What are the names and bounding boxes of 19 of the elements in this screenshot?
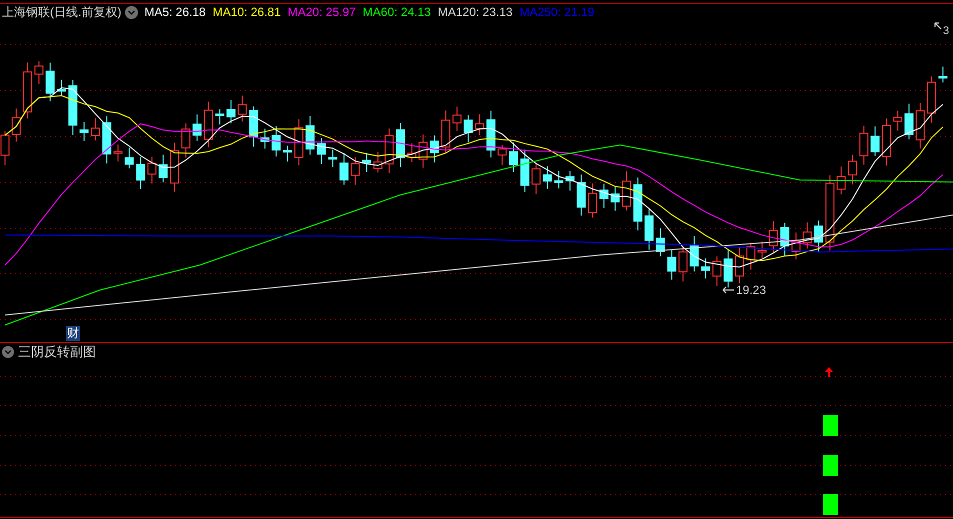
moving-average-value: MA10: 26.81 (212, 5, 281, 19)
arrow-icon (722, 286, 734, 294)
signal-bar (823, 494, 838, 515)
up-arrow-icon (825, 367, 833, 377)
arrow-icon (934, 22, 942, 30)
signal-bar (823, 415, 838, 436)
chart-title: 上海钢联(日线.前复权) (2, 5, 122, 19)
finance-badge[interactable]: 财 (66, 326, 80, 341)
moving-average-value: MA120: 23.13 (438, 5, 513, 19)
moving-average-value: MA20: 25.97 (288, 5, 356, 19)
moving-average-value: MA5: 26.18 (144, 5, 206, 19)
indicator-title: 三阴反转副图 (18, 344, 96, 359)
moving-average-value: MA250: 21.19 (520, 5, 594, 19)
low-price-label: 19.23 (736, 283, 766, 297)
high-price-label: 3 (943, 25, 950, 38)
moving-average-value: MA60: 24.13 (362, 5, 431, 19)
chevron-down-icon[interactable] (2, 346, 14, 358)
signal-bar (823, 455, 838, 476)
chevron-down-icon[interactable] (125, 6, 138, 18)
